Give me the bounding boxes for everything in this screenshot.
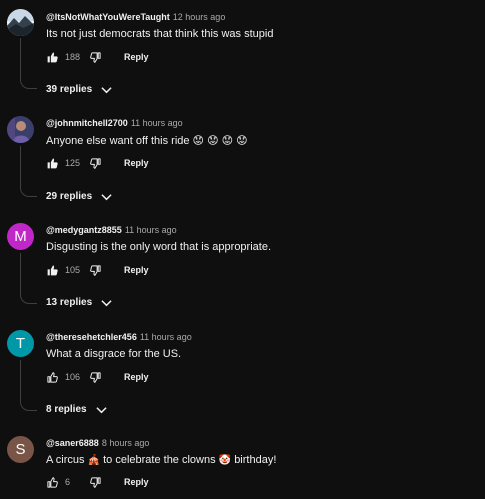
reply-button[interactable]: Reply <box>124 372 149 382</box>
comment-header: @saner6888 8 hours ago <box>46 438 149 448</box>
comment-text-part: A circus <box>46 454 85 466</box>
avatar[interactable]: T <box>7 330 34 357</box>
thumbs-up-icon[interactable] <box>46 157 59 170</box>
comment-time[interactable]: 11 hours ago <box>140 332 192 342</box>
chevron-down-icon <box>101 299 112 307</box>
comment-thread: @ItsNotWhatYouWereTaught 12 hours ago Its… <box>0 0 485 106</box>
replies-label: 8 replies <box>46 404 87 415</box>
thread-connector <box>20 146 37 197</box>
comment-author[interactable]: @johnmitchell2700 <box>46 118 128 128</box>
thread-connector <box>20 38 37 89</box>
comment-text: A circus 🎪 to celebrate the clowns 🤡 bir… <box>46 454 276 466</box>
thumbs-down-icon[interactable] <box>89 157 102 170</box>
comment-header: @johnmitchell2700 11 hours ago <box>46 118 183 128</box>
clown-face-emoji: 🤡 <box>218 455 232 466</box>
view-replies-button[interactable]: 29 replies <box>46 191 112 202</box>
like-count: 125 <box>65 158 81 168</box>
view-replies-button[interactable]: 8 replies <box>46 404 107 415</box>
comment-text: Its not just democrats that think this w… <box>46 28 274 40</box>
thread-connector <box>20 253 37 304</box>
comment-time[interactable]: 12 hours ago <box>173 12 226 22</box>
avatar[interactable]: S <box>7 436 34 463</box>
comment-time[interactable]: 8 hours ago <box>102 438 150 448</box>
comment-author[interactable]: @medygantz8855 <box>46 225 122 235</box>
comment-thread: @johnmitchell2700 11 hours ago Anyone els… <box>0 106 485 212</box>
thumbs-down-icon[interactable] <box>89 264 102 277</box>
chevron-down-icon <box>96 406 107 414</box>
reply-button[interactable]: Reply <box>124 265 149 275</box>
comment-header: @ItsNotWhatYouWereTaught 12 hours ago <box>46 12 225 22</box>
comment-header: @theresehetchler456 11 hours ago <box>46 332 192 342</box>
comment-actions: 6 Reply <box>46 475 149 489</box>
comment-thread: T @theresehetchler456 11 hours ago What a… <box>0 320 485 426</box>
circus-tent-emoji: 🎪 <box>87 455 101 466</box>
like-count: 105 <box>65 265 81 275</box>
replies-label: 29 replies <box>46 191 93 202</box>
comment-thread: S @saner6888 8 hours ago A circus 🎪 to ce… <box>0 426 485 499</box>
avatar[interactable] <box>7 116 34 143</box>
comment-header: @medygantz8855 11 hours ago <box>46 225 177 235</box>
comment-author[interactable]: @saner6888 <box>46 438 99 448</box>
like-count: 106 <box>65 372 81 382</box>
view-replies-button[interactable]: 39 replies <box>46 84 112 95</box>
comment-actions: 188 Reply <box>46 50 149 64</box>
comment-author[interactable]: @theresehetchler456 <box>46 332 137 342</box>
comment-actions: 106 Reply <box>46 370 149 384</box>
like-count: 6 <box>65 477 71 487</box>
avatar[interactable]: M <box>7 223 34 250</box>
comment-text: What a disgrace for the US. <box>46 348 182 360</box>
comment-author[interactable]: @ItsNotWhatYouWereTaught <box>46 12 170 22</box>
comment-actions: 105 Reply <box>46 263 149 277</box>
comment-text: Disgusting is the only word that is appr… <box>46 241 272 253</box>
view-replies-button[interactable]: 13 replies <box>46 297 112 308</box>
comment-text-part: birthday! <box>234 454 277 466</box>
thumbs-down-icon[interactable] <box>89 51 102 64</box>
thumbs-up-icon[interactable] <box>46 476 59 489</box>
comment-time[interactable]: 11 hours ago <box>131 118 183 128</box>
thread-connector <box>20 360 37 411</box>
like-count: 188 <box>65 52 81 62</box>
comment-time[interactable]: 11 hours ago <box>125 225 177 235</box>
reply-button[interactable]: Reply <box>124 52 149 62</box>
thumbs-down-icon[interactable] <box>89 371 102 384</box>
avatar-letter: M <box>14 228 27 245</box>
chevron-down-icon <box>101 86 112 94</box>
replies-label: 39 replies <box>46 84 93 95</box>
thumbs-up-icon[interactable] <box>46 371 59 384</box>
comment-thread: M @medygantz8855 11 hours ago Disgusting … <box>0 213 485 319</box>
avatar[interactable] <box>7 9 34 36</box>
thumbs-down-icon[interactable] <box>89 476 102 489</box>
reply-button[interactable]: Reply <box>124 158 149 168</box>
reply-button[interactable]: Reply <box>124 477 149 487</box>
comment-text: Anyone else want off this ride 😟 😟 😟 😟 <box>46 135 248 147</box>
chevron-down-icon <box>101 193 112 201</box>
avatar-letter: S <box>15 441 26 458</box>
comment-actions: 125 Reply <box>46 156 149 170</box>
comment-text-part: to celebrate the clowns <box>103 454 216 466</box>
avatar-letter: T <box>15 335 26 352</box>
thumbs-up-icon[interactable] <box>46 264 59 277</box>
thumbs-up-icon[interactable] <box>46 51 59 64</box>
replies-label: 13 replies <box>46 297 93 308</box>
